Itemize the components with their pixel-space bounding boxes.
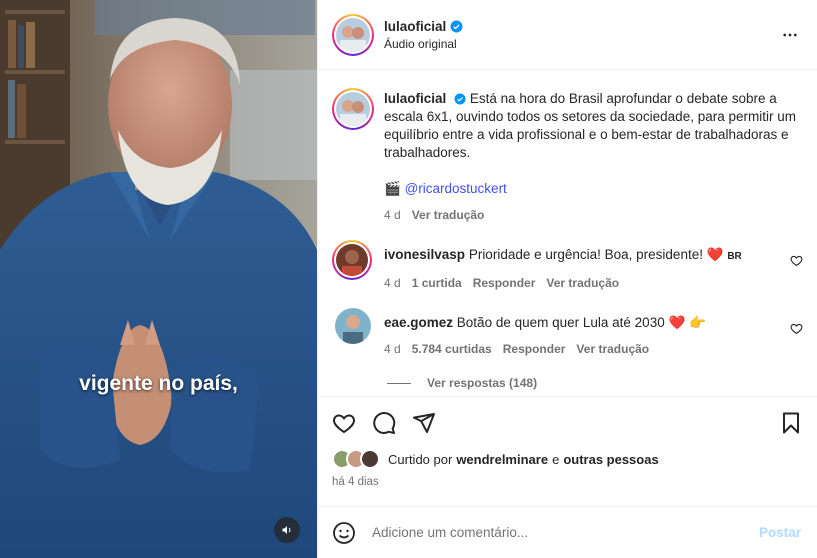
- post-comment-button[interactable]: Postar: [759, 525, 801, 540]
- comment-text: Prioridade e urgência! Boa, presidente!: [468, 247, 703, 262]
- caption-translate-link[interactable]: Ver tradução: [412, 206, 485, 224]
- liked-by-prefix: Curtido por: [388, 451, 453, 467]
- heart-emoji: ❤️: [706, 247, 724, 262]
- caption-avatar[interactable]: [332, 88, 374, 130]
- audio-toggle-button[interactable]: [274, 517, 300, 543]
- comment-age[interactable]: 4 d: [384, 274, 401, 292]
- comment-item: ivonesilvasp Prioridade e urgência! Boa,…: [332, 240, 803, 292]
- caption-text: Está na hora do Brasil aprofundar o deba…: [384, 91, 796, 160]
- translate-link[interactable]: Ver tradução: [576, 340, 649, 358]
- like-heart-icon[interactable]: [332, 411, 356, 435]
- comment-likes[interactable]: 1 curtida: [412, 274, 462, 292]
- pointing-hand-emoji: 👉: [689, 315, 706, 330]
- speaker-icon: [282, 526, 291, 534]
- author-username[interactable]: lulaoficial: [384, 19, 446, 34]
- comment-likes[interactable]: 5.784 curtidas: [412, 340, 492, 358]
- post-header: lulaoficial Áudio original: [318, 0, 817, 70]
- like-comment-heart-icon[interactable]: [790, 254, 803, 267]
- caption-avatar-image: [336, 92, 370, 126]
- comment-age[interactable]: 4 d: [384, 340, 401, 358]
- verified-badge-icon: [450, 20, 463, 32]
- audio-label[interactable]: Áudio original: [384, 37, 463, 51]
- likes-summary: Curtido por wendrelminare e outras pesso…: [332, 449, 803, 469]
- comment-input[interactable]: [372, 525, 759, 540]
- commenter-avatar-image: [336, 244, 368, 276]
- comment-text: Botão de quem quer Lula até 2030: [456, 315, 665, 330]
- commenter-avatar[interactable]: [335, 308, 371, 344]
- clapper-emoji: 🎬: [384, 181, 401, 196]
- author-avatar-image: [336, 17, 370, 52]
- emoji-picker-icon[interactable]: [332, 521, 356, 545]
- commenter-avatar-image: [335, 308, 371, 344]
- video-player[interactable]: vigente no país,: [0, 0, 317, 558]
- comment-icon[interactable]: [372, 411, 396, 435]
- flag-emoji: BR: [727, 251, 742, 262]
- save-bookmark-icon[interactable]: [779, 411, 803, 435]
- reply-button[interactable]: Responder: [473, 274, 536, 292]
- comment-item: eae.gomez Botão de quem quer Lula até 20…: [332, 308, 803, 358]
- comments-list: lulaoficial Está na hora do Brasil aprof…: [318, 70, 817, 396]
- author-avatar[interactable]: [332, 13, 374, 56]
- post-sidebar: lulaoficial Áudio original lulaoficial E…: [317, 0, 817, 558]
- post-modal: vigente no país, lulaoficial Áudio origi…: [0, 0, 817, 558]
- post-actions: Curtido por wendrelminare e outras pesso…: [318, 396, 817, 506]
- replies-divider: [387, 382, 411, 384]
- liker-avatars[interactable]: [332, 449, 380, 469]
- view-replies-button[interactable]: Ver respostas (148): [387, 376, 803, 390]
- post-caption: lulaoficial Está na hora do Brasil aprof…: [332, 88, 803, 224]
- caption-username[interactable]: lulaoficial: [384, 91, 446, 106]
- post-date[interactable]: há 4 dias: [332, 476, 803, 488]
- share-send-icon[interactable]: [412, 411, 436, 435]
- liked-by-user[interactable]: wendrelminare: [456, 452, 548, 467]
- view-replies-label: Ver respostas (148): [427, 376, 538, 390]
- translate-link[interactable]: Ver tradução: [546, 274, 619, 292]
- comment-composer: Postar: [318, 506, 817, 558]
- video-subtitle: vigente no país,: [79, 372, 238, 395]
- commenter-avatar[interactable]: [332, 240, 372, 280]
- more-options-icon[interactable]: [781, 26, 799, 44]
- video-frame: [0, 0, 317, 558]
- liked-by-joiner: e: [552, 451, 560, 467]
- verified-badge-icon: [454, 93, 466, 105]
- reply-button[interactable]: Responder: [503, 340, 566, 358]
- like-comment-heart-icon[interactable]: [790, 322, 803, 335]
- comment-username[interactable]: eae.gomez: [384, 315, 453, 330]
- heart-emoji: ❤️: [668, 315, 686, 330]
- mention-link[interactable]: @ricardostuckert: [405, 181, 507, 196]
- liker-avatar: [360, 449, 380, 469]
- liked-by-others[interactable]: outras pessoas: [563, 452, 658, 467]
- comment-username[interactable]: ivonesilvasp: [384, 247, 465, 262]
- caption-age[interactable]: 4 d: [384, 206, 401, 224]
